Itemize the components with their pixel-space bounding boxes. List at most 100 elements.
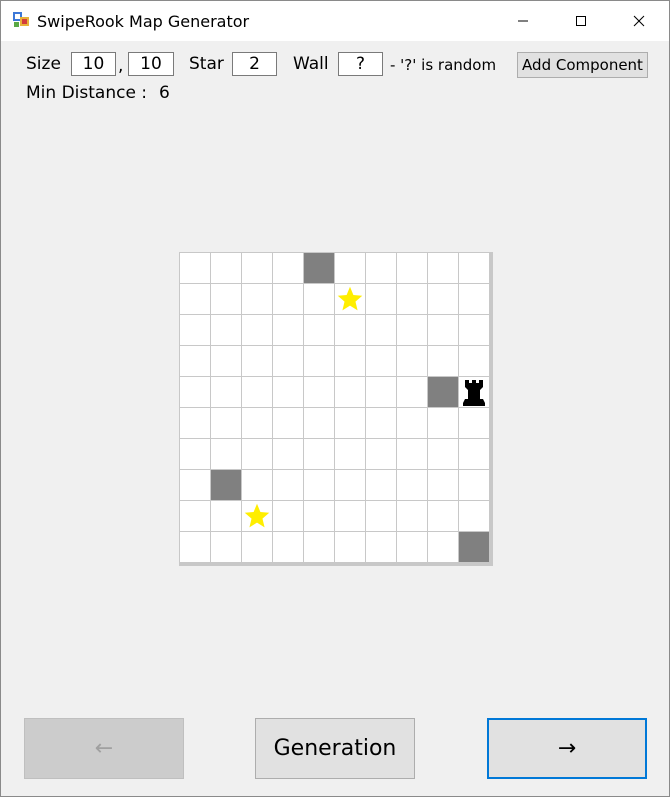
title-bar[interactable]: SwipeRook Map Generator	[1, 1, 669, 41]
empty-cell[interactable]	[397, 346, 427, 376]
wall-cell[interactable]	[211, 470, 241, 500]
empty-cell[interactable]	[211, 315, 241, 345]
empty-cell[interactable]	[273, 346, 303, 376]
empty-cell[interactable]	[366, 470, 396, 500]
empty-cell[interactable]	[459, 470, 489, 500]
empty-cell[interactable]	[397, 501, 427, 531]
add-component-button[interactable]: Add Component	[517, 52, 648, 78]
empty-cell[interactable]	[211, 532, 241, 562]
empty-cell[interactable]	[397, 408, 427, 438]
empty-cell[interactable]	[211, 253, 241, 283]
empty-cell[interactable]	[366, 408, 396, 438]
size-height-input[interactable]	[128, 52, 174, 76]
empty-cell[interactable]	[242, 346, 272, 376]
empty-cell[interactable]	[304, 408, 334, 438]
empty-cell[interactable]	[211, 408, 241, 438]
empty-cell[interactable]	[459, 408, 489, 438]
empty-cell[interactable]	[242, 284, 272, 314]
empty-cell[interactable]	[242, 532, 272, 562]
empty-cell[interactable]	[304, 439, 334, 469]
empty-cell[interactable]	[304, 532, 334, 562]
empty-cell[interactable]	[211, 377, 241, 407]
previous-button[interactable]: ←	[24, 718, 184, 779]
empty-cell[interactable]	[397, 439, 427, 469]
empty-cell[interactable]	[180, 377, 210, 407]
empty-cell[interactable]	[273, 439, 303, 469]
empty-cell[interactable]	[273, 532, 303, 562]
empty-cell[interactable]	[180, 501, 210, 531]
close-button[interactable]	[610, 1, 668, 41]
empty-cell[interactable]	[397, 470, 427, 500]
star-count-input[interactable]	[232, 52, 277, 76]
empty-cell[interactable]	[428, 439, 458, 469]
empty-cell[interactable]	[397, 532, 427, 562]
empty-cell[interactable]	[335, 439, 365, 469]
empty-cell[interactable]	[273, 284, 303, 314]
empty-cell[interactable]	[273, 377, 303, 407]
empty-cell[interactable]	[304, 346, 334, 376]
map-grid[interactable]	[179, 252, 493, 566]
empty-cell[interactable]	[180, 346, 210, 376]
star-cell[interactable]	[335, 284, 365, 314]
empty-cell[interactable]	[366, 346, 396, 376]
empty-cell[interactable]	[428, 408, 458, 438]
empty-cell[interactable]	[335, 532, 365, 562]
empty-cell[interactable]	[428, 253, 458, 283]
empty-cell[interactable]	[180, 408, 210, 438]
empty-cell[interactable]	[180, 532, 210, 562]
empty-cell[interactable]	[304, 315, 334, 345]
empty-cell[interactable]	[211, 439, 241, 469]
empty-cell[interactable]	[366, 315, 396, 345]
wall-count-input[interactable]	[338, 52, 383, 76]
maximize-button[interactable]	[552, 1, 610, 41]
empty-cell[interactable]	[273, 253, 303, 283]
wall-cell[interactable]	[428, 377, 458, 407]
empty-cell[interactable]	[304, 377, 334, 407]
empty-cell[interactable]	[428, 532, 458, 562]
empty-cell[interactable]	[242, 253, 272, 283]
empty-cell[interactable]	[428, 470, 458, 500]
empty-cell[interactable]	[335, 408, 365, 438]
size-width-input[interactable]	[71, 52, 116, 76]
empty-cell[interactable]	[366, 284, 396, 314]
generation-button[interactable]: Generation	[255, 718, 415, 779]
empty-cell[interactable]	[335, 377, 365, 407]
empty-cell[interactable]	[366, 439, 396, 469]
empty-cell[interactable]	[242, 408, 272, 438]
empty-cell[interactable]	[459, 284, 489, 314]
empty-cell[interactable]	[428, 284, 458, 314]
empty-cell[interactable]	[242, 439, 272, 469]
empty-cell[interactable]	[273, 315, 303, 345]
empty-cell[interactable]	[459, 315, 489, 345]
empty-cell[interactable]	[335, 470, 365, 500]
empty-cell[interactable]	[180, 315, 210, 345]
empty-cell[interactable]	[335, 253, 365, 283]
empty-cell[interactable]	[273, 501, 303, 531]
empty-cell[interactable]	[242, 377, 272, 407]
empty-cell[interactable]	[459, 501, 489, 531]
empty-cell[interactable]	[366, 377, 396, 407]
empty-cell[interactable]	[335, 315, 365, 345]
empty-cell[interactable]	[366, 501, 396, 531]
empty-cell[interactable]	[397, 284, 427, 314]
empty-cell[interactable]	[304, 501, 334, 531]
empty-cell[interactable]	[366, 253, 396, 283]
empty-cell[interactable]	[242, 470, 272, 500]
empty-cell[interactable]	[366, 532, 396, 562]
next-button[interactable]: →	[487, 718, 647, 779]
empty-cell[interactable]	[180, 439, 210, 469]
empty-cell[interactable]	[428, 315, 458, 345]
empty-cell[interactable]	[304, 470, 334, 500]
empty-cell[interactable]	[273, 408, 303, 438]
empty-cell[interactable]	[459, 253, 489, 283]
empty-cell[interactable]	[211, 284, 241, 314]
empty-cell[interactable]	[397, 253, 427, 283]
empty-cell[interactable]	[304, 284, 334, 314]
minimize-button[interactable]	[494, 1, 552, 41]
empty-cell[interactable]	[428, 501, 458, 531]
wall-cell[interactable]	[459, 532, 489, 562]
empty-cell[interactable]	[428, 346, 458, 376]
empty-cell[interactable]	[459, 346, 489, 376]
empty-cell[interactable]	[397, 377, 427, 407]
empty-cell[interactable]	[180, 470, 210, 500]
